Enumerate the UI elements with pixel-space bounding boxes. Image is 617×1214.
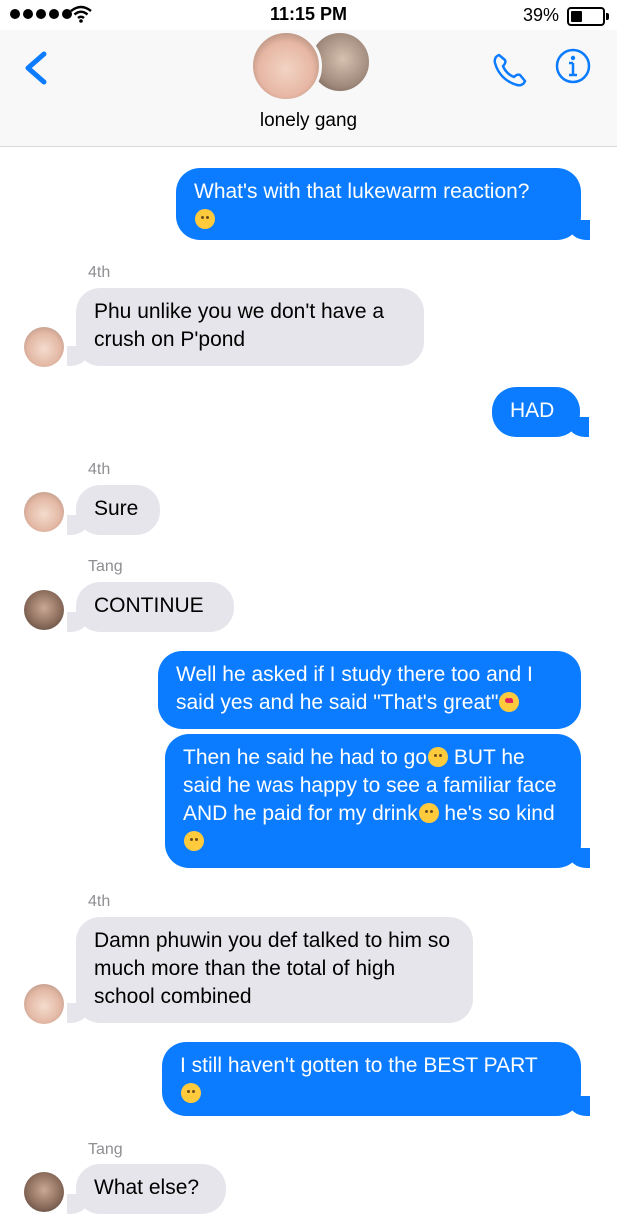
phone-icon[interactable] [490,50,530,90]
sender-avatar[interactable] [24,984,64,1024]
neutral-face-emoji-icon [195,209,215,229]
sender-avatar[interactable] [24,1172,64,1212]
message-text: Damn phuwin you def talked to him so muc… [94,929,451,1008]
incoming-message[interactable]: Phu unlike you we don't have a crush on … [67,288,424,366]
sender-name: Tang [88,1141,123,1158]
relieved-face-emoji-icon [181,1083,201,1103]
outgoing-message[interactable]: What's with that lukewarm reaction? [176,168,590,240]
info-icon[interactable] [555,48,591,84]
status-bar: 11:15 PM 39% [0,0,617,30]
incoming-message[interactable]: What else? [67,1164,226,1214]
hand-over-mouth-emoji-icon [184,831,204,851]
group-avatar[interactable] [250,30,372,102]
sender-avatar[interactable] [24,492,64,532]
sender-avatar[interactable] [24,590,64,630]
incoming-message[interactable]: Sure [67,485,160,535]
outgoing-message[interactable]: I still haven't gotten to the BEST PART [162,1042,590,1116]
message-text: What's with that lukewarm reaction? [194,180,530,203]
sender-name: 4th [88,461,111,478]
chevron-left-icon[interactable] [18,48,54,88]
conversation-header: lonely gang [0,30,617,147]
outgoing-message[interactable]: Well he asked if I study there too and I… [158,651,581,729]
message-text: What else? [94,1176,200,1199]
heart-eyes-emoji-icon [499,692,520,712]
sender-name: 4th [88,264,111,281]
sender-avatar[interactable] [24,327,64,367]
message-text: Sure [94,497,139,520]
message-text: HAD [510,399,555,422]
incoming-message[interactable]: Damn phuwin you def talked to him so muc… [67,917,473,1023]
pensive-face-emoji-icon [428,747,449,767]
sender-name: 4th [88,893,111,910]
message-text: Phu unlike you we don't have a crush on … [94,300,385,351]
battery-icon [567,7,609,26]
battery-percentage: 39% [522,5,559,25]
message-text-part: he's so kind [438,802,555,825]
message-text-part: Then he said he had to go [183,746,428,769]
group-name[interactable]: lonely gang [0,110,617,132]
incoming-message[interactable]: CONTINUE [67,582,234,632]
message-text: Well he asked if I study there too and I… [176,663,533,714]
grinning-face-emoji-icon [418,803,439,823]
sender-name: Tang [88,558,123,575]
message-text: CONTINUE [94,594,204,617]
member-avatar-4th [250,30,322,102]
outgoing-message[interactable]: Then he said he had to go BUT he said he… [165,734,590,868]
outgoing-message[interactable]: HAD [492,387,589,437]
message-text: I still haven't gotten to the BEST PART [180,1054,538,1077]
